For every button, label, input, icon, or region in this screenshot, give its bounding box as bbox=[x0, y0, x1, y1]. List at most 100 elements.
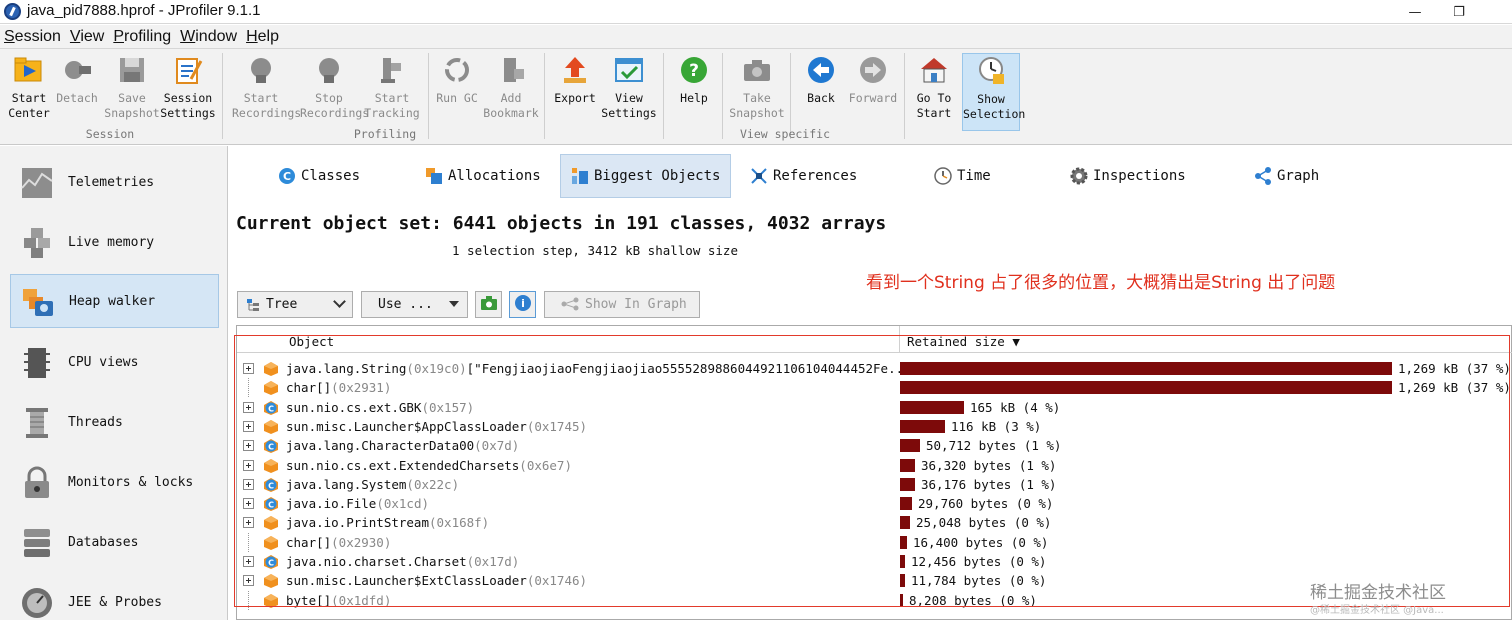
sidebar-item-monitors-locks[interactable]: Monitors & locks bbox=[10, 456, 219, 510]
retained-size-value: 1,269 kB (37 %) bbox=[1398, 380, 1511, 396]
sidebar-item-telemetries[interactable]: Telemetries bbox=[10, 156, 219, 210]
object-class-name: sun.misc.Launcher$AppClassLoader bbox=[286, 418, 527, 434]
sidebar-item-threads[interactable]: Threads bbox=[10, 396, 219, 450]
column-divider[interactable] bbox=[899, 326, 900, 353]
cpu-views-icon bbox=[20, 346, 54, 380]
view-selector-sidebar: Telemetries Live memory Heap walker CPU … bbox=[0, 146, 228, 620]
tree-icon bbox=[246, 298, 260, 316]
stop-recordings-icon bbox=[314, 55, 344, 85]
object-value-preview: ["FengjiaojiaoFengjiaojiao55552898860449… bbox=[466, 361, 911, 376]
forward-icon bbox=[858, 55, 888, 85]
run-gc-button[interactable]: Run GC bbox=[428, 53, 486, 131]
table-row[interactable]: Cjava.lang.System(0x22c) 36,176 bytes (1 … bbox=[237, 475, 1512, 494]
use-dropdown-button[interactable]: Use ... bbox=[361, 291, 468, 318]
add-bookmark-button[interactable]: Add Bookmark bbox=[482, 53, 540, 131]
menu-session[interactable]: Session bbox=[4, 28, 61, 46]
table-row[interactable]: char[](0x2930) 16,400 bytes (0 %) bbox=[237, 532, 1512, 552]
view-mode-dropdown[interactable]: Tree bbox=[237, 291, 353, 318]
menu-window[interactable]: Window bbox=[180, 28, 237, 46]
go-to-start-button[interactable]: Go To Start bbox=[905, 53, 963, 131]
retained-size-value: 11,784 bytes (0 %) bbox=[911, 573, 1047, 589]
take-snapshot-button[interactable]: Take Snapshot bbox=[728, 53, 786, 131]
expand-node-icon[interactable] bbox=[243, 575, 254, 587]
menu-view[interactable]: View bbox=[70, 28, 104, 46]
start-center-icon bbox=[14, 55, 44, 85]
retained-size-value: 36,320 bytes (1 %) bbox=[921, 457, 1057, 473]
tab-references[interactable]: References bbox=[740, 154, 867, 198]
table-row[interactable]: java.lang.String(0x19c0)["FengjiaojiaoFe… bbox=[237, 359, 1512, 378]
help-button[interactable]: ? Help bbox=[665, 53, 723, 131]
object-name: char[](0x2931) bbox=[286, 380, 391, 395]
object-name: java.lang.System(0x22c) bbox=[286, 477, 459, 492]
tab-biggest-objects[interactable]: Biggest Objects bbox=[560, 154, 732, 198]
tab-classes[interactable]: C Classes bbox=[268, 154, 370, 198]
table-row[interactable]: char[](0x2931) 1,269 kB (37 %) bbox=[237, 378, 1512, 398]
show-selection-icon bbox=[976, 56, 1006, 86]
start-tracking-button[interactable]: Start Tracking bbox=[363, 53, 421, 131]
object-id: (0x157) bbox=[421, 399, 475, 415]
array-object-icon bbox=[263, 535, 279, 551]
expand-node-icon[interactable] bbox=[243, 420, 254, 432]
sidebar-item-heap-walker[interactable]: Heap walker bbox=[10, 274, 219, 328]
expand-node-icon[interactable] bbox=[243, 498, 254, 510]
tree-connector-line bbox=[248, 532, 249, 552]
table-row[interactable]: Cjava.io.File(0x1cd) 29,760 bytes (0 %) bbox=[237, 494, 1512, 513]
forward-button[interactable]: Forward bbox=[844, 53, 902, 131]
object-class-name: char[] bbox=[286, 534, 332, 550]
table-row[interactable]: java.io.PrintStream(0x168f) 25,048 bytes … bbox=[237, 513, 1512, 532]
table-row[interactable]: Cjava.lang.CharacterData00(0x7d) 50,712 b… bbox=[237, 436, 1512, 455]
column-retained-size-header[interactable]: Retained size ▼ bbox=[907, 334, 1020, 349]
sidebar-item-databases[interactable]: Databases bbox=[10, 516, 219, 570]
retained-size-value: 16,400 bytes (0 %) bbox=[913, 534, 1049, 550]
menu-help[interactable]: Help bbox=[246, 28, 279, 46]
retained-size-value: 116 kB (3 %) bbox=[951, 418, 1042, 434]
table-row[interactable]: Cjava.nio.charset.Charset(0x17d) 12,456 b… bbox=[237, 552, 1512, 571]
show-in-graph-button[interactable]: Show In Graph bbox=[544, 291, 700, 318]
object-id: (0x1cd) bbox=[376, 496, 429, 512]
sidebar-item-cpu-views[interactable]: CPU views bbox=[10, 336, 219, 390]
expand-node-icon[interactable] bbox=[243, 401, 254, 413]
save-snapshot-button[interactable]: Save Snapshot bbox=[103, 53, 161, 131]
tab-allocations[interactable]: Allocations bbox=[415, 154, 551, 198]
show-selection-button[interactable]: Show Selection bbox=[962, 53, 1025, 131]
tab-time[interactable]: Time bbox=[924, 154, 1001, 198]
restore-button[interactable]: ❐ bbox=[1436, 0, 1482, 24]
expand-node-icon[interactable] bbox=[243, 556, 254, 567]
info-button[interactable]: i bbox=[509, 291, 536, 318]
start-recordings-button[interactable]: Start Recordings bbox=[232, 53, 301, 131]
retained-size-bar bbox=[900, 497, 912, 511]
tab-inspections[interactable]: Inspections bbox=[1060, 154, 1196, 198]
retained-size-value: 1,269 kB (37 %) bbox=[1398, 361, 1511, 376]
array-object-icon bbox=[263, 593, 279, 609]
expand-node-icon[interactable] bbox=[243, 478, 254, 490]
view-settings-button[interactable]: View Settings bbox=[600, 53, 658, 131]
snapshot-camera-button[interactable] bbox=[475, 291, 502, 318]
table-row[interactable]: sun.misc.Launcher$AppClassLoader(0x1745)… bbox=[237, 417, 1512, 436]
stop-recordings-button[interactable]: Stop Recordings bbox=[300, 53, 369, 131]
retained-size-value: 8,208 bytes (0 %) bbox=[909, 592, 1037, 608]
camera-icon bbox=[480, 295, 498, 315]
heap-walker-icon bbox=[21, 285, 55, 319]
expand-node-icon[interactable] bbox=[243, 517, 254, 529]
use-button-label: Use ... bbox=[378, 297, 433, 312]
toolbar-separator bbox=[663, 53, 664, 139]
detach-button[interactable]: Detach bbox=[48, 53, 106, 131]
session-settings-button[interactable]: Session Settings bbox=[159, 53, 217, 131]
retained-size-bar bbox=[900, 516, 910, 530]
menu-profiling[interactable]: Profiling bbox=[113, 28, 171, 46]
object-class-name: char[] bbox=[286, 380, 332, 396]
column-object-header[interactable]: Object bbox=[289, 334, 334, 349]
object-name: sun.nio.cs.ext.GBK(0x157) bbox=[286, 400, 474, 415]
expand-node-icon[interactable] bbox=[243, 440, 254, 452]
sidebar-item-live-memory[interactable]: Live memory bbox=[10, 216, 219, 270]
table-row[interactable]: Csun.nio.cs.ext.GBK(0x157) 165 kB (4 %) bbox=[237, 398, 1512, 417]
minimize-button[interactable]: — bbox=[1392, 0, 1438, 24]
table-row[interactable]: sun.nio.cs.ext.ExtendedCharsets(0x6e7) 36… bbox=[237, 456, 1512, 475]
expand-node-icon[interactable] bbox=[243, 363, 254, 374]
export-button[interactable]: Export bbox=[546, 53, 604, 131]
tab-graph[interactable]: Graph bbox=[1244, 154, 1329, 198]
expand-node-icon[interactable] bbox=[243, 459, 254, 471]
back-button[interactable]: Back bbox=[792, 53, 850, 131]
svg-text:C: C bbox=[268, 404, 274, 413]
sidebar-item-jee-probes[interactable]: JEE & Probes bbox=[10, 576, 219, 620]
